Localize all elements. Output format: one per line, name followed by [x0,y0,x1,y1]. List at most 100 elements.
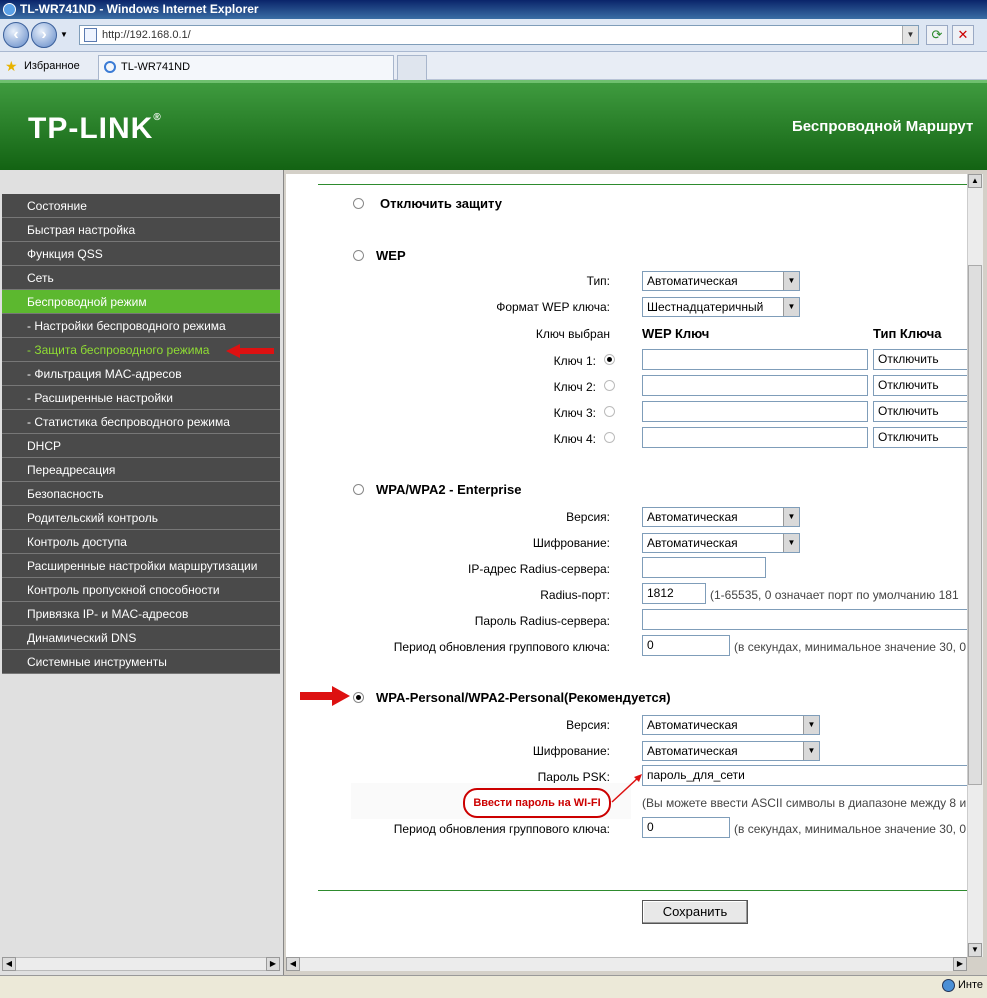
sidebar-item-mac-filtering[interactable]: - Фильтрация MAC-адресов [2,362,280,386]
wep-col-key: WEP Ключ [642,326,710,341]
psk-version-label: Версия: [566,718,610,732]
radius-port-hint: (1-65535, 0 означает порт по умолчанию 1… [710,588,959,602]
scroll-up-icon[interactable]: ▲ [968,174,982,188]
sidebar-item-system-tools[interactable]: Системные инструменты [2,650,280,674]
sidebar-horizontal-scrollbar[interactable]: ◀ ▶ [2,957,280,971]
ie-tab-icon [104,61,116,73]
radius-ip-label: IP-адрес Radius-сервера: [468,562,610,576]
wep-key2-type[interactable]: Отключить [873,375,967,396]
radio-wep[interactable] [353,250,364,261]
wep-format-select[interactable]: Шестнадцатеричный ▼ [642,297,800,317]
history-dropdown-icon[interactable]: ▼ [60,30,68,39]
bottom-divider [318,890,967,891]
sidebar-item-bandwidth-control[interactable]: Контроль пропускной способности [2,578,280,602]
wep-key2-radio[interactable] [604,380,615,391]
sidebar-item-wireless-statistics[interactable]: - Статистика беспроводного режима [2,410,280,434]
favorites-star-icon[interactable]: ★ [5,58,18,75]
main-horizontal-scrollbar[interactable]: ◀ ▶ [286,957,967,971]
radio-disable-security[interactable] [353,198,364,209]
address-dropdown-icon[interactable]: ▼ [902,26,918,44]
address-bar[interactable]: http://192.168.0.1/ ▼ [79,25,919,45]
wep-key4-label: Ключ 4: [553,432,596,446]
sidebar-item-forwarding[interactable]: Переадресация [2,458,280,482]
psk-group-input[interactable]: 0 [642,817,730,838]
psk-password-input[interactable]: пароль_для_сети [642,765,967,786]
radio-wpa-enterprise[interactable] [353,484,364,495]
radius-pw-input[interactable] [642,609,967,630]
header-title: Беспроводной Маршрут [792,118,974,135]
stop-icon[interactable]: ✕ [952,25,974,45]
wep-key4-radio[interactable] [604,432,615,443]
page-icon [84,28,97,42]
psk-enc-label: Шифрование: [532,744,610,758]
sidebar-item-ddns[interactable]: Динамический DNS [2,626,280,650]
wep-key2-input[interactable] [642,375,868,396]
sidebar-item-parental-control[interactable]: Родительский контроль [2,506,280,530]
wep-key1-radio[interactable] [604,354,615,365]
main-content: Отключить защиту WEP Тип: Автоматическая… [286,174,967,957]
sidebar-item-status[interactable]: Состояние [2,194,280,218]
tab-title: TL-WR741ND [121,61,191,73]
ent-version-select[interactable]: Автоматическая ▼ [642,507,800,527]
ent-enc-select[interactable]: Автоматическая ▼ [642,533,800,553]
new-tab-button[interactable] [397,55,427,80]
scrollbar-thumb[interactable] [968,265,982,785]
radio-wpa-personal[interactable] [353,692,364,703]
chevron-down-icon: ▼ [803,742,819,760]
scroll-right-icon[interactable]: ▶ [953,957,967,971]
psk-version-select[interactable]: Автоматическая ▼ [642,715,820,735]
ent-group-input[interactable]: 0 [642,635,730,656]
psk-hint: (Вы можете ввести ASCII символы в диапаз… [642,796,967,810]
sidebar-item-wireless[interactable]: Беспроводной режим [2,290,280,314]
disable-security-label: Отключить защиту [380,196,502,211]
window-title-bar: TL-WR741ND - Windows Internet Explorer [0,0,987,19]
wep-key1-type[interactable]: Отключить [873,349,967,370]
sidebar-item-access-control[interactable]: Контроль доступа [2,530,280,554]
sidebar-item-dhcp[interactable]: DHCP [2,434,280,458]
sidebar-item-security[interactable]: Безопасность [2,482,280,506]
scroll-right-icon[interactable]: ▶ [266,957,280,971]
internet-zone-icon [942,979,955,992]
psk-password-label: Пароль PSK: [537,770,610,784]
wep-type-select[interactable]: Автоматическая ▼ [642,271,800,291]
sidebar-item-quick-setup[interactable]: Быстрая настройка [2,218,280,242]
wep-format-label: Формат WEP ключа: [496,300,610,314]
status-bar [0,975,987,998]
wep-label: WEP [376,248,406,263]
radius-pw-label: Пароль Radius-сервера: [474,614,610,628]
forward-button[interactable]: › [31,22,57,48]
psk-annotation-callout: Ввести пароль на WI-FI [463,788,611,818]
scroll-left-icon[interactable]: ◀ [2,957,16,971]
tp-link-logo: TP-LINK® [28,112,162,145]
radius-port-input[interactable]: 1812 [642,583,706,604]
wep-key3-label: Ключ 3: [553,406,596,420]
sidebar-item-ip-mac-binding[interactable]: Привязка IP- и MAC-адресов [2,602,280,626]
wep-key3-type[interactable]: Отключить [873,401,967,422]
window-title: TL-WR741ND - Windows Internet Explorer [20,2,259,16]
save-button[interactable]: Сохранить [642,900,748,924]
ent-group-hint: (в секундах, минимальное значение 30, 0 [734,640,966,654]
wpa-personal-label: WPA-Personal/WPA2-Personal(Рекомендуется… [376,690,671,705]
wep-key3-radio[interactable] [604,406,615,417]
sidebar-item-wireless-advanced[interactable]: - Расширенные настройки [2,386,280,410]
sidebar-item-advanced-routing[interactable]: Расширенные настройки маршрутизации [2,554,280,578]
chevron-down-icon: ▼ [803,716,819,734]
scroll-down-icon[interactable]: ▼ [968,943,982,957]
chevron-down-icon: ▼ [783,508,799,526]
psk-enc-select[interactable]: Автоматическая ▼ [642,741,820,761]
wep-key1-input[interactable] [642,349,868,370]
wep-type-label: Тип: [586,274,610,288]
refresh-icon[interactable]: ⟳ [926,25,948,45]
wep-key4-type[interactable]: Отключить [873,427,967,448]
radius-ip-input[interactable] [642,557,766,578]
favorites-label[interactable]: Избранное [24,60,80,72]
sidebar-item-qss[interactable]: Функция QSS [2,242,280,266]
wep-col-type: Тип Ключа [873,326,942,341]
back-button[interactable]: ‹ [3,22,29,48]
wep-key3-input[interactable] [642,401,868,422]
scroll-left-icon[interactable]: ◀ [286,957,300,971]
sidebar-item-wireless-settings[interactable]: - Настройки беспроводного режима [2,314,280,338]
wep-key4-input[interactable] [642,427,868,448]
sidebar-item-network[interactable]: Сеть [2,266,280,290]
browser-tab[interactable]: TL-WR741ND [98,55,394,80]
